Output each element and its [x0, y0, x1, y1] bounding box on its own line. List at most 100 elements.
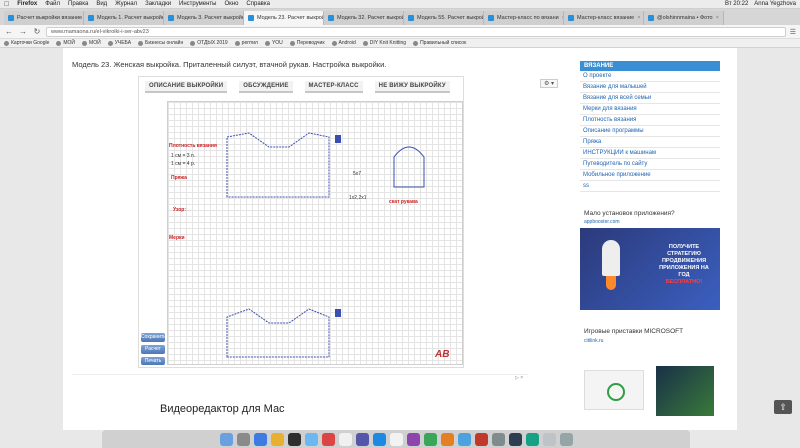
bookmark-label: Android	[338, 40, 356, 46]
tab-favicon-icon	[488, 15, 494, 21]
bookmark-item[interactable]: YOU	[264, 40, 283, 46]
bookmark-icon	[56, 40, 62, 46]
browser-tab[interactable]: Модель 3. Расчет выкройк×	[164, 11, 244, 25]
menu-bookmarks[interactable]: Закладки	[145, 1, 171, 7]
dock-app-icon[interactable]	[253, 432, 267, 446]
sidebar-menu-item[interactable]: ss	[580, 181, 720, 192]
user-name[interactable]: Anna Yegzhova	[754, 1, 796, 7]
menu-view[interactable]: Вид	[96, 1, 107, 7]
bookmark-item[interactable]: DIY Knit Knitting	[362, 40, 406, 46]
app-promo-ad[interactable]: Мало установок приложения? appbooster.co…	[580, 208, 720, 320]
games-image	[656, 366, 714, 416]
dock-app-icon[interactable]	[474, 432, 488, 446]
browser-tab[interactable]: Модель 32. Расчет выкрой×	[324, 11, 404, 25]
reload-icon[interactable]: ↻	[32, 27, 42, 36]
ad1-title[interactable]: Мало установок приложения?	[580, 208, 720, 219]
dock-app-icon[interactable]	[423, 432, 437, 446]
browser-tab[interactable]: Модель 55. Расчет выкрой×	[404, 11, 484, 25]
bookmark-icon	[82, 40, 88, 46]
rocket-icon	[602, 240, 620, 290]
tab-favicon-icon	[568, 15, 574, 21]
dock-app-icon[interactable]	[508, 432, 522, 446]
sidebar-menu-item[interactable]: Плотность вязания	[580, 115, 720, 126]
dock-app-icon[interactable]	[270, 432, 284, 446]
dock-app-icon[interactable]	[338, 432, 352, 446]
dock-app-icon[interactable]	[236, 432, 250, 446]
console-ad[interactable]: Игровые приставки MICROSOFT citilink.ru	[580, 326, 720, 430]
tab-label: Модель 55. Расчет выкрой	[417, 15, 484, 21]
dock-app-icon[interactable]	[491, 432, 505, 446]
bookmark-item[interactable]: Бизнесы онлайн	[138, 40, 183, 46]
dock-app-icon[interactable]	[355, 432, 369, 446]
bookmark-item[interactable]: Карточки Google	[4, 40, 49, 46]
dock-app-icon[interactable]	[389, 432, 403, 446]
dock-app-icon[interactable]	[287, 432, 301, 446]
scroll-to-top-button[interactable]: ⇧	[774, 400, 792, 414]
url-input[interactable]: www.mamaona.ru/el-vikroiki-i-ser-abv23	[46, 26, 786, 37]
dock-app-icon[interactable]	[457, 432, 471, 446]
ad1-source[interactable]: appbooster.com	[580, 219, 720, 225]
hamburger-menu-icon[interactable]: ☰	[790, 28, 796, 36]
bookmark-icon	[362, 40, 368, 46]
video-editor-ad[interactable]: Видеоредактор для Мас	[72, 374, 528, 430]
bookmark-icon	[138, 40, 144, 46]
dock-app-icon[interactable]	[321, 432, 335, 446]
sidebar-menu-item[interactable]: ИНСТРУКЦИИ к машинам	[580, 148, 720, 159]
browser-tab[interactable]: Мастер-класс вязание ×	[564, 11, 644, 25]
sidebar-menu-item[interactable]: Пряжа	[580, 137, 720, 148]
settings-dropdown-icon[interactable]: ⚙ ▾	[540, 79, 558, 88]
ad-title[interactable]: Видеоредактор для Мас	[160, 403, 285, 415]
dock-app-icon[interactable]	[372, 432, 386, 446]
tab-label: Модель 1. Расчет выкройк	[97, 15, 164, 21]
dock-app-icon[interactable]	[542, 432, 556, 446]
web-viewport[interactable]: Модель 23. Женская выкройка. Приталенный…	[0, 48, 800, 430]
ad1-banner[interactable]: ПОЛУЧИТЕ СТРАТЕГИЮ ПРОДВИЖЕНИЯ ПРИЛОЖЕНИ…	[580, 228, 720, 310]
bookmark-item[interactable]: УЧЕБА	[107, 40, 131, 46]
bookmark-item[interactable]: Правильный список	[413, 40, 466, 46]
bookmark-item[interactable]: Переводчик	[289, 40, 325, 46]
bookmark-item[interactable]: ОТДЫХ 2019	[190, 40, 228, 46]
sidebar-menu-item[interactable]: Описание программы	[580, 126, 720, 137]
sidebar-menu-item[interactable]: Вязание для малышей	[580, 82, 720, 93]
bookmark-item[interactable]: рептил	[234, 40, 258, 46]
bookmark-item[interactable]: Android	[331, 40, 356, 46]
browser-tab[interactable]: Модель 23. Расчет выкрой×	[244, 11, 324, 25]
ad-choices-icon[interactable]: ▷ ×	[515, 375, 523, 381]
browser-tab[interactable]: Мастер-класс по вязани×	[484, 11, 564, 25]
dock-app-icon[interactable]	[406, 432, 420, 446]
save-button[interactable]: Сохранить	[141, 333, 166, 342]
print-button[interactable]: Печать	[141, 357, 165, 365]
sidebar-menu-item[interactable]: О проекте	[580, 71, 720, 82]
sidebar-menu-item[interactable]: Мерки для вязания	[580, 104, 720, 115]
browser-tab[interactable]: Модель 1. Расчет выкройк×	[84, 11, 164, 25]
bookmark-item[interactable]: МОЙ	[56, 40, 75, 46]
menu-edit[interactable]: Правка	[68, 1, 88, 7]
back-icon[interactable]: ←	[4, 27, 14, 36]
menu-history[interactable]: Журнал	[115, 1, 137, 7]
close-icon[interactable]: ×	[637, 15, 640, 21]
browser-tab[interactable]: Расчет выкройки вязание×	[4, 11, 84, 25]
dock-app-icon[interactable]	[559, 432, 573, 446]
dock-app-icon[interactable]	[304, 432, 318, 446]
menu-file[interactable]: Файл	[45, 1, 60, 7]
forward-icon[interactable]: →	[18, 27, 28, 36]
sidebar-menu-item[interactable]: Путеводитель по сайту	[580, 159, 720, 170]
dock-app-icon[interactable]	[219, 432, 233, 446]
sidebar-menu-item[interactable]: Мобильное приложение	[580, 170, 720, 181]
bookmark-icon	[4, 40, 9, 46]
sidebar-menu-item[interactable]: Вязание для всей семьи	[580, 93, 720, 104]
dock-app-icon[interactable]	[525, 432, 539, 446]
apple-icon[interactable]: 	[4, 1, 9, 8]
bookmark-item[interactable]: МОЙ	[82, 40, 101, 46]
menu-window[interactable]: Окно	[224, 1, 238, 7]
browser-tab[interactable]: @olshinnmaina • Фото ×	[644, 11, 724, 25]
menu-help[interactable]: Справка	[246, 1, 270, 7]
close-icon[interactable]: ×	[716, 15, 719, 21]
dock-app-icon[interactable]	[440, 432, 454, 446]
ad2-source[interactable]: citilink.ru	[580, 338, 720, 344]
calculate-button[interactable]: Расчет	[141, 345, 165, 354]
menu-tools[interactable]: Инструменты	[179, 1, 216, 7]
app-name[interactable]: Firefox	[17, 1, 37, 7]
ad2-title[interactable]: Игровые приставки MICROSOFT	[580, 326, 720, 338]
bookmark-label: YOU	[271, 40, 283, 46]
